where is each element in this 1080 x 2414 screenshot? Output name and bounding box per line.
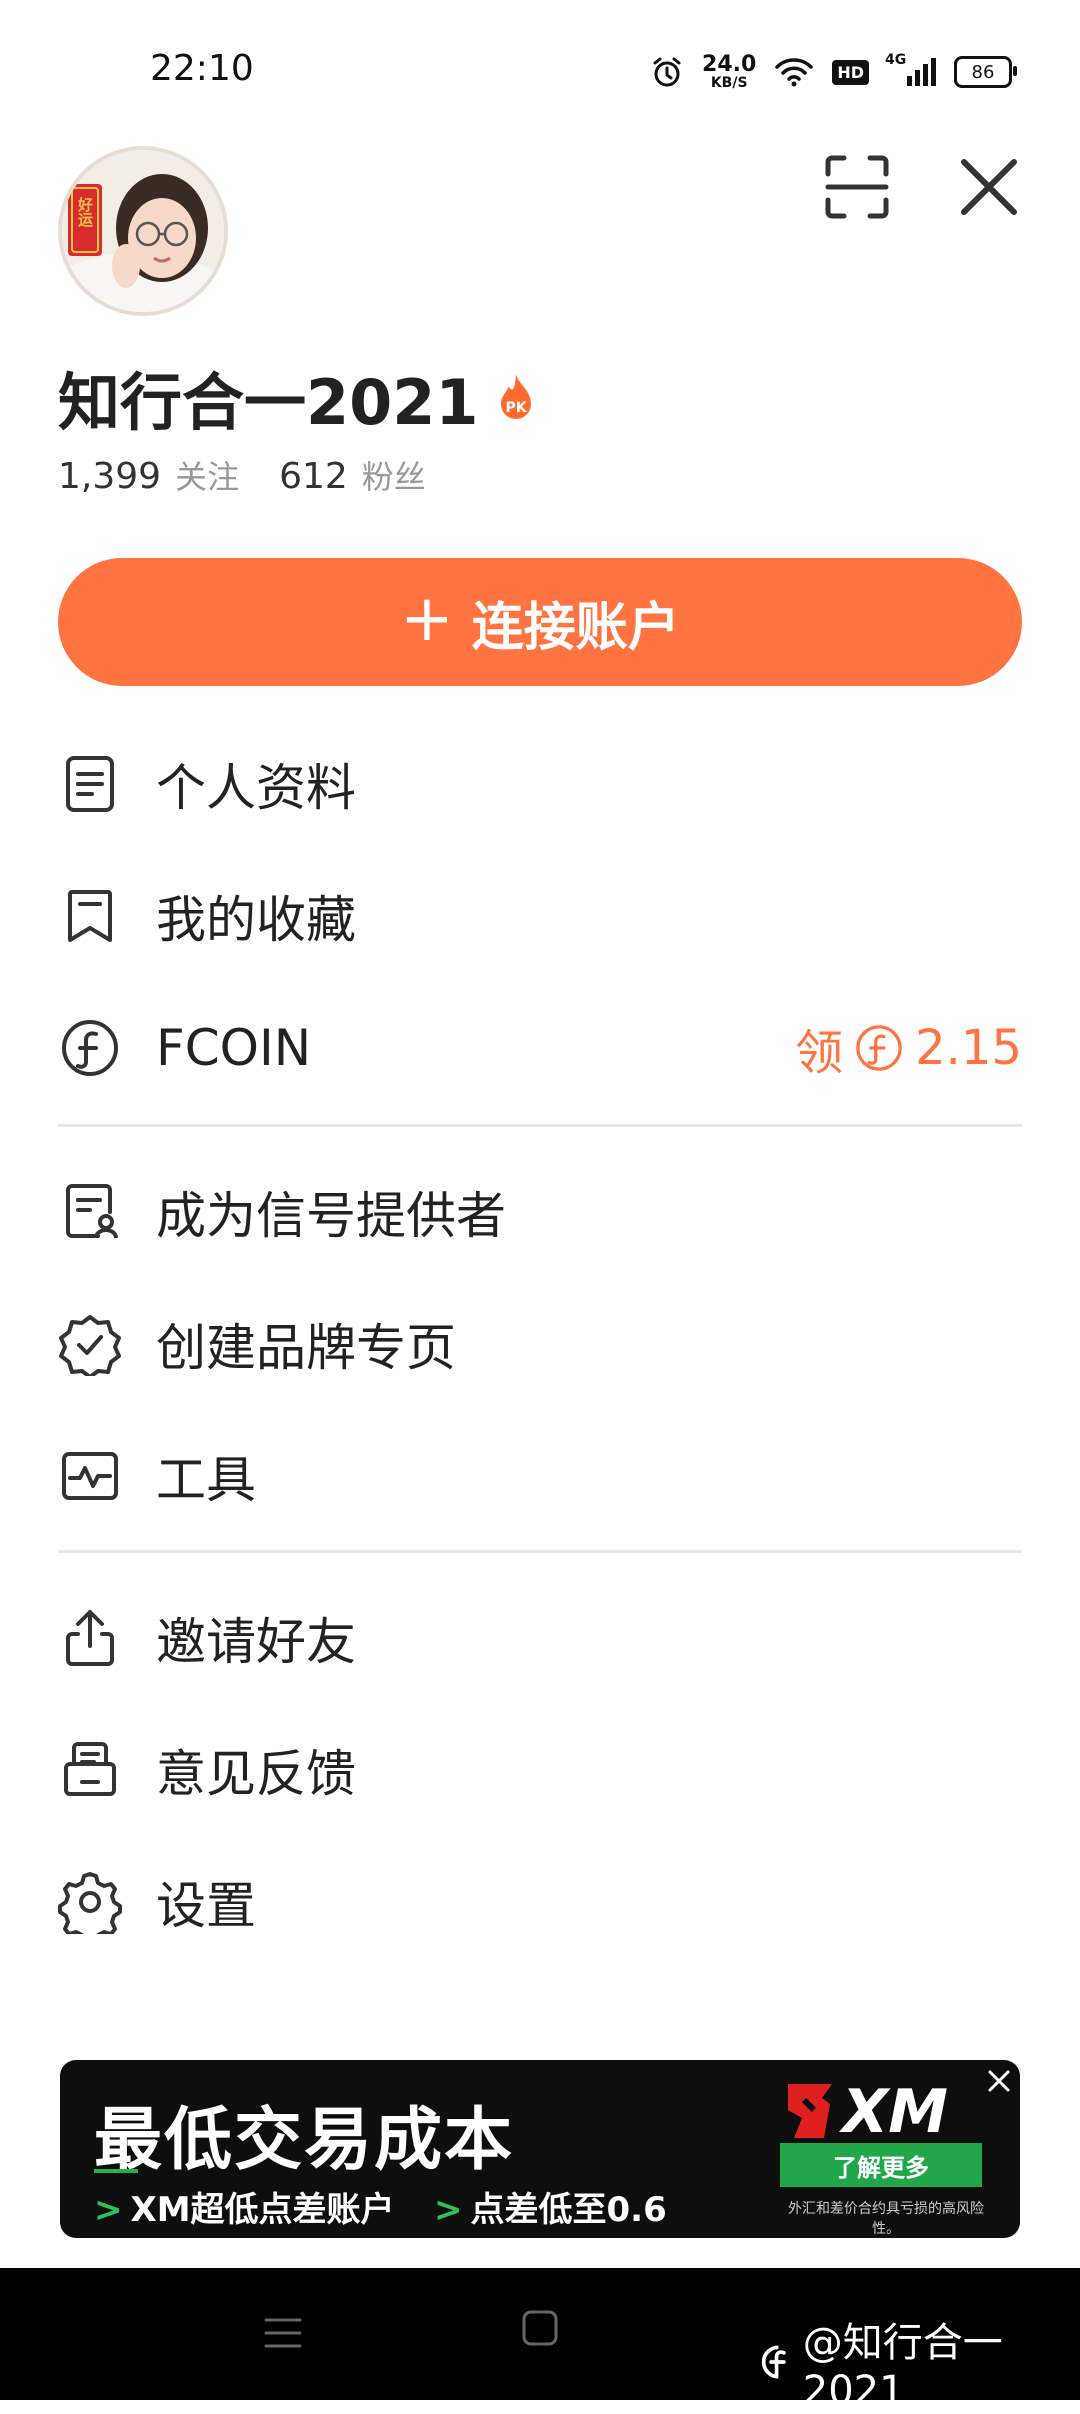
fcoin-claim-label: 领 bbox=[795, 1025, 844, 1081]
menu-item-profile[interactable]: 个人资料 bbox=[58, 736, 1022, 832]
followers-count[interactable]: 612 bbox=[279, 456, 348, 497]
username-row: 知行合一2021 PK bbox=[58, 352, 537, 442]
alarm-icon bbox=[653, 57, 681, 87]
watermark-text: @知行合一2021 bbox=[802, 2320, 1003, 2414]
signal-bar bbox=[915, 70, 920, 86]
ad-subline-2: > 点差低至0.6 bbox=[434, 2190, 667, 2230]
menu-item-brand-page[interactable]: 创建品牌专页 bbox=[58, 1296, 1022, 1392]
verified-badge-icon bbox=[59, 1315, 121, 1376]
following-label[interactable]: 关注 bbox=[175, 452, 239, 498]
avatar[interactable]: 好运 bbox=[58, 146, 228, 316]
ad-subline-1-text: XM超低点差账户 bbox=[130, 2190, 395, 2230]
avatar-badge-text: 好运 bbox=[76, 196, 94, 228]
xm-logo-text: XM bbox=[838, 2077, 948, 2147]
connect-account-label: 连接账户 bbox=[471, 597, 680, 658]
network-type-label: 4G bbox=[885, 52, 907, 68]
menu-label: 个人资料 bbox=[156, 759, 356, 817]
network-speed-value: 24.0 bbox=[702, 52, 757, 77]
plus-icon: + bbox=[400, 582, 454, 656]
gear-icon bbox=[58, 1872, 122, 1934]
recent-apps-icon[interactable] bbox=[260, 2310, 306, 2356]
ad-subline-1: > XM超低点差账户 bbox=[94, 2190, 395, 2230]
signal-bar bbox=[923, 64, 928, 86]
menu-item-signal-provider[interactable]: 成为信号提供者 bbox=[58, 1164, 1022, 1260]
watermark-logo-icon bbox=[761, 2345, 786, 2379]
signal-bar bbox=[931, 58, 936, 86]
menu-label: 我的收藏 bbox=[156, 891, 356, 949]
ad-disclaimer: 外汇和差价合约具亏损的高风险性。 bbox=[788, 2201, 984, 2237]
menu-label: 成为信号提供者 bbox=[156, 1187, 506, 1245]
status-icons: 24.0 KB/S HD 4G 86 bbox=[650, 50, 1017, 94]
home-icon[interactable] bbox=[520, 2308, 560, 2348]
status-time: 22:10 bbox=[150, 48, 254, 89]
menu-label: 邀请好友 bbox=[156, 1613, 356, 1671]
ad-underline bbox=[94, 2169, 138, 2173]
divider bbox=[58, 1550, 1022, 1553]
menu-label: 设置 bbox=[156, 1877, 256, 1935]
menu-label: 工具 bbox=[156, 1451, 256, 1509]
scan-button[interactable] bbox=[820, 150, 894, 224]
close-icon bbox=[961, 159, 1017, 215]
menu-label: FCOIN bbox=[156, 1019, 312, 1077]
battery-indicator: 86 bbox=[954, 56, 1017, 88]
fcoin-amount: 2.15 bbox=[915, 1020, 1022, 1076]
fcoin-coin-icon bbox=[856, 1025, 902, 1071]
follow-stats: 1,399 关注 612 粉丝 bbox=[58, 452, 452, 498]
menu-item-tools[interactable]: 工具 bbox=[58, 1428, 1022, 1524]
wifi-icon bbox=[775, 58, 814, 87]
network-speed: 24.0 KB/S bbox=[702, 52, 757, 91]
feedback-icon bbox=[64, 1742, 116, 1796]
pk-badge-text: PK bbox=[505, 400, 527, 416]
document-icon bbox=[66, 756, 114, 812]
scan-icon bbox=[825, 155, 889, 219]
menu-item-fcoin[interactable]: FCOIN 领 2.15 bbox=[58, 1000, 1022, 1096]
username: 知行合一2021 bbox=[58, 366, 479, 439]
menu-item-invite[interactable]: 邀请好友 bbox=[58, 1590, 1022, 1686]
following-count[interactable]: 1,399 bbox=[58, 456, 161, 497]
hd-badge: HD bbox=[832, 59, 869, 85]
pulse-chart-icon bbox=[62, 1452, 118, 1500]
menu-item-feedback[interactable]: 意见反馈 bbox=[58, 1722, 1022, 1818]
signal-bar bbox=[907, 76, 912, 86]
network-speed-unit: KB/S bbox=[710, 75, 748, 91]
bookmark-icon bbox=[68, 890, 112, 942]
avatar-image: 好运 bbox=[62, 150, 224, 312]
close-button[interactable] bbox=[952, 150, 1026, 224]
pk-flame-icon: PK bbox=[500, 374, 531, 419]
xm-logo: XM bbox=[788, 2077, 948, 2147]
menu-label: 意见反馈 bbox=[156, 1745, 356, 1803]
menu-item-favorites[interactable]: 我的收藏 bbox=[58, 868, 1022, 964]
followers-label[interactable]: 粉丝 bbox=[362, 452, 426, 498]
share-icon bbox=[66, 1610, 114, 1666]
ad-close-icon[interactable] bbox=[984, 2066, 1014, 2096]
fcoin-claim[interactable]: 领 2.15 bbox=[795, 1013, 1022, 1083]
ad-headline: 最低交易成本 bbox=[94, 2101, 515, 2180]
cell-signal: 4G bbox=[885, 52, 936, 86]
fcoin-icon bbox=[62, 1020, 118, 1076]
menu-label: 创建品牌专页 bbox=[156, 1319, 456, 1377]
menu-item-settings[interactable]: 设置 bbox=[58, 1854, 1022, 1950]
signal-provider-icon bbox=[66, 1184, 118, 1239]
ad-learn-more-button[interactable]: 了解更多 bbox=[780, 2143, 982, 2187]
watermark: @知行合一2021 bbox=[760, 2310, 1080, 2414]
divider bbox=[58, 1124, 1022, 1127]
connect-account-button[interactable]: + 连接账户 bbox=[58, 558, 1022, 686]
battery-level: 86 bbox=[971, 61, 995, 83]
ad-banner[interactable]: 最低交易成本 > XM超低点差账户 > 点差低至0.6 XM 了解更多 外汇和差价合… bbox=[60, 2060, 1020, 2238]
ad-subline-2-text: 点差低至0.6 bbox=[470, 2190, 667, 2230]
